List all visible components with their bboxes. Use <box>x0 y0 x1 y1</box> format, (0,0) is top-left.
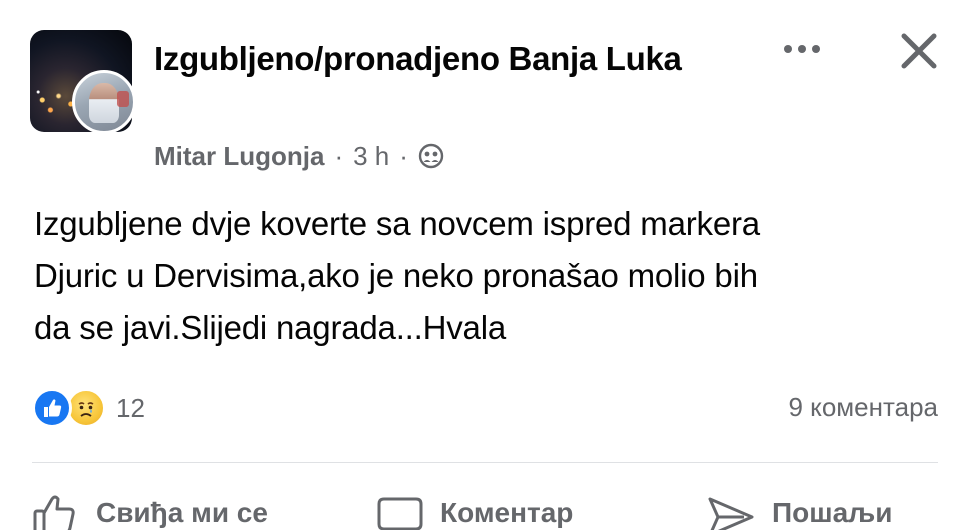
more-dot-icon <box>798 45 806 53</box>
like-button-label: Свиђа ми се <box>96 497 268 528</box>
group-name-link[interactable]: Izgubljeno/pronadjeno Banja Luka <box>154 36 714 82</box>
group-privacy-icon <box>418 143 444 169</box>
comment-button-label: Коментар <box>440 497 574 528</box>
like-reaction-icon <box>32 388 72 428</box>
share-button-label: Пошаљи <box>772 497 893 528</box>
reaction-count: 12 <box>116 392 145 423</box>
action-bar: Свиђа ми се Коментар Пошаљи <box>0 488 970 530</box>
share-button[interactable]: Пошаљи <box>704 488 892 530</box>
comment-button[interactable]: Коментар <box>376 488 573 530</box>
post-meta: Mitar Lugonja · 3 h · <box>154 140 444 172</box>
more-dot-icon <box>812 45 820 53</box>
more-options-button[interactable] <box>778 34 826 64</box>
share-icon <box>708 497 754 530</box>
reactions-summary[interactable]: 12 <box>32 388 145 428</box>
thumbs-up-icon <box>33 495 75 530</box>
post-body-line: Izgubljene dvje koverte sa novcem ispred… <box>34 205 760 242</box>
avatar-accent <box>117 91 129 107</box>
post-card: Izgubljeno/pronadjeno Banja Luka Mitar L… <box>0 0 970 530</box>
sad-reaction-icon <box>66 388 106 428</box>
post-timestamp[interactable]: 3 h <box>353 141 389 172</box>
close-icon <box>901 33 937 69</box>
close-button[interactable] <box>896 28 942 74</box>
author-name-link[interactable]: Mitar Lugonja <box>154 141 324 172</box>
meta-separator: · <box>399 140 408 171</box>
avatar[interactable] <box>72 70 136 134</box>
more-dot-icon <box>784 45 792 53</box>
divider <box>32 462 938 463</box>
post-body-line: da se javi.Slijedi nagrada...Hvala <box>34 309 506 346</box>
meta-separator: · <box>334 140 344 171</box>
like-button[interactable]: Свиђа ми се <box>32 488 268 530</box>
comment-icon <box>377 497 423 530</box>
post-body-line: Djuric u Dervisima,ako je neko pronašao … <box>34 257 758 294</box>
avatar-figure <box>89 83 119 123</box>
post-body-text: Izgubljene dvje koverte sa novcem ispred… <box>34 198 954 354</box>
comment-count-link[interactable]: 9 коментара <box>789 392 939 423</box>
